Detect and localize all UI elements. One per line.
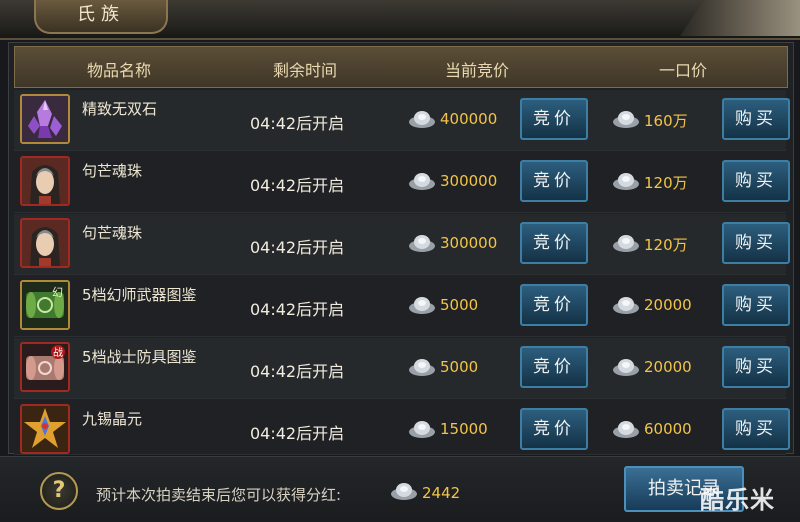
silver-ingot-icon (613, 421, 639, 438)
watermark-logo: 酷乐米 (700, 486, 775, 514)
bid-button[interactable]: 竞价 (520, 98, 588, 140)
remaining-time: 04:42后开启 (250, 424, 345, 443)
remaining-time: 04:42后开启 (250, 176, 345, 195)
table-row: 精致无双石 04:42后开启 400000 竞价 160万 购买 (14, 90, 790, 151)
item-name: 九锡晶元 (82, 410, 143, 428)
help-button[interactable]: ? (40, 472, 78, 510)
red-scroll-icon[interactable]: 战 (20, 342, 70, 392)
table-header: 物品名称 剩余时间 当前竞价 一口价 (14, 46, 788, 88)
current-bid: 5000 (440, 358, 479, 376)
dividend-amount: 2442 (422, 484, 461, 502)
frame-ornament (680, 0, 800, 36)
buy-button[interactable]: 购买 (722, 408, 790, 450)
buy-button[interactable]: 购买 (722, 222, 790, 264)
silver-ingot-icon (409, 173, 435, 190)
item-name: 5档战士防具图鉴 (82, 348, 197, 366)
table-row: 句芒魂珠 04:42后开启 300000 竞价 120万 购买 (14, 152, 790, 213)
gold-star-gem-icon[interactable] (20, 404, 70, 454)
bid-button[interactable]: 竞价 (520, 284, 588, 326)
remaining-time: 04:42后开启 (250, 114, 345, 133)
bid-button[interactable]: 竞价 (520, 222, 588, 264)
current-bid: 5000 (440, 296, 479, 314)
silver-ingot-icon (613, 111, 639, 128)
green-scroll-icon[interactable]: 幻 (20, 280, 70, 330)
current-bid: 300000 (440, 172, 498, 190)
buy-button[interactable]: 购买 (722, 346, 790, 388)
scroll-glyph: 战 (53, 347, 63, 359)
silver-ingot-icon (613, 235, 639, 252)
header-name: 物品名称 (87, 61, 152, 80)
buyout-price: 120万 (644, 174, 688, 192)
scroll-glyph: 幻 (52, 286, 63, 299)
table-row: 句芒魂珠 04:42后开启 300000 竞价 120万 购买 (14, 214, 790, 275)
buyout-price: 20000 (644, 296, 692, 314)
silver-ingot-icon (409, 421, 435, 438)
silver-ingot-icon (409, 111, 435, 128)
bid-button[interactable]: 竞价 (520, 346, 588, 388)
current-bid: 15000 (440, 420, 488, 438)
silver-ingot-icon (613, 173, 639, 190)
item-name: 句芒魂珠 (82, 224, 143, 242)
table-row: 九锡晶元 04:42后开启 15000 竞价 60000 购买 (14, 400, 790, 455)
silver-ingot-icon (613, 297, 639, 314)
item-name: 5档幻师武器图鉴 (82, 286, 197, 304)
silver-ingot-icon (391, 483, 417, 500)
silver-ingot-icon (409, 297, 435, 314)
bid-button[interactable]: 竞价 (520, 408, 588, 450)
hero-portrait-icon[interactable] (20, 218, 70, 268)
hero-portrait-icon[interactable] (20, 156, 70, 206)
header-buyout: 一口价 (659, 61, 708, 80)
purple-crystal-icon[interactable] (20, 94, 70, 144)
silver-ingot-icon (409, 359, 435, 376)
remaining-time: 04:42后开启 (250, 300, 345, 319)
current-bid: 300000 (440, 234, 498, 252)
remaining-time: 04:42后开启 (250, 238, 345, 257)
silver-ingot-icon (613, 359, 639, 376)
remaining-time: 04:42后开启 (250, 362, 345, 381)
table-row: 幻 5档幻师武器图鉴 04:42后开启 5000 竞价 20000 购买 (14, 276, 790, 337)
buy-button[interactable]: 购买 (722, 98, 790, 140)
buy-button[interactable]: 购买 (722, 160, 790, 202)
current-bid: 400000 (440, 110, 498, 128)
tab-clan[interactable]: 氏族 (34, 0, 168, 34)
header-bid: 当前竞价 (445, 61, 510, 80)
bid-button[interactable]: 竞价 (520, 160, 588, 202)
dividend-estimate-label: 预计本次拍卖结束后您可以获得分红: (96, 486, 342, 504)
buyout-price: 120万 (644, 236, 688, 254)
buyout-price: 20000 (644, 358, 692, 376)
top-bar: 氏族 (0, 0, 800, 40)
item-name: 句芒魂珠 (82, 162, 143, 180)
buy-button[interactable]: 购买 (722, 284, 790, 326)
buyout-price: 60000 (644, 420, 692, 438)
silver-ingot-icon (409, 235, 435, 252)
header-time: 剩余时间 (273, 61, 338, 80)
table-row: 战 5档战士防具图鉴 04:42后开启 5000 竞价 20000 购买 (14, 338, 790, 399)
item-name: 精致无双石 (82, 100, 158, 118)
buyout-price: 160万 (644, 112, 688, 130)
